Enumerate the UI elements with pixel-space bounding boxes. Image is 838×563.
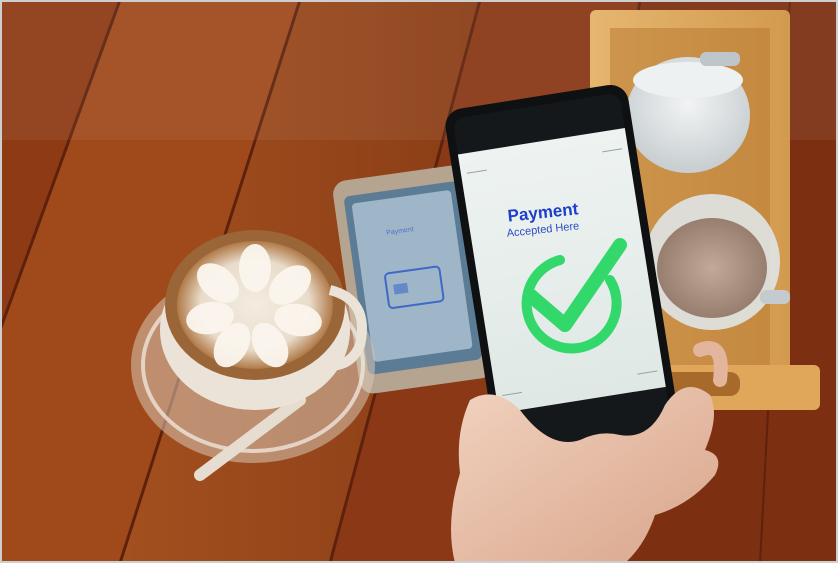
photo-scene [0, 0, 838, 563]
sugar-jar [626, 52, 750, 173]
